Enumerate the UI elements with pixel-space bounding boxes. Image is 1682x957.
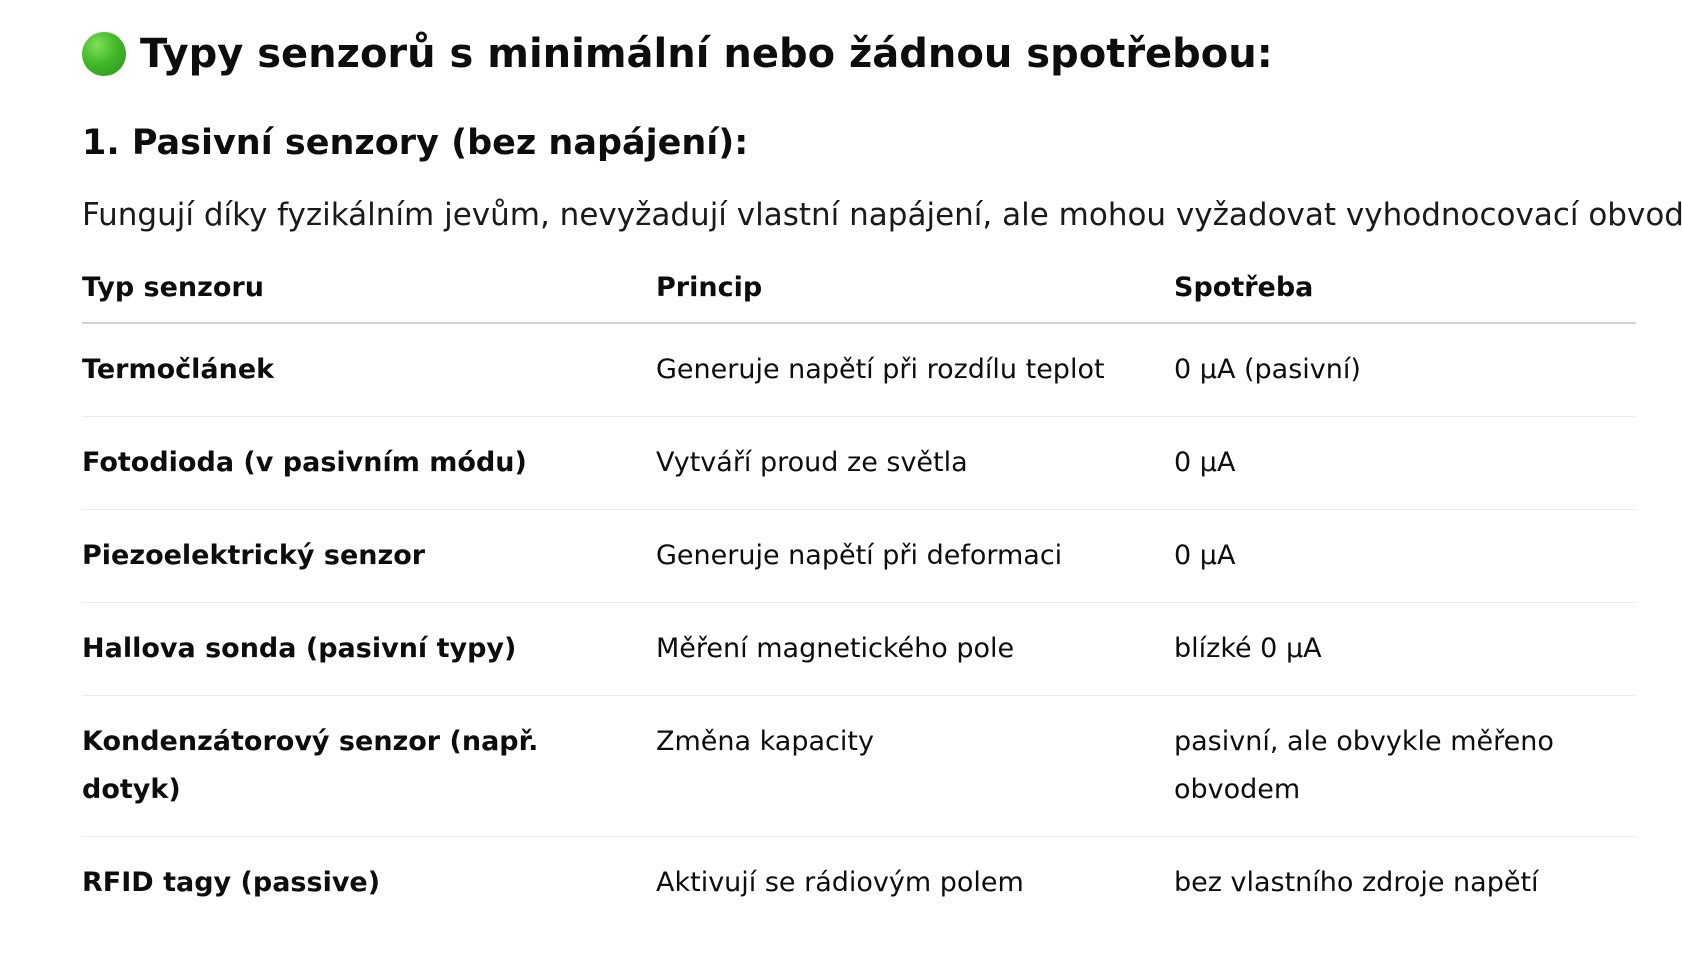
cell-consumption: blízké 0 µA [1174, 602, 1636, 696]
cell-sensor-type: Piezoelektrický senzor [82, 509, 656, 603]
table-row: RFID tagy (passive) Aktivují se rádiovým… [82, 837, 1636, 930]
section-description: Fungují díky fyzikálním jevům, nevyžaduj… [82, 197, 1682, 233]
cell-principle: Vytváří proud ze světla [656, 416, 1174, 510]
cell-principle: Generuje napětí při deformaci [656, 509, 1174, 603]
green-circle-icon [82, 32, 126, 76]
page-heading-text: Typy senzorů s minimální nebo žádnou spo… [140, 31, 1273, 77]
cell-principle: Měření magnetického pole [656, 602, 1174, 696]
cell-consumption: bez vlastního zdroje napětí [1174, 867, 1539, 898]
page-heading: Typy senzorů s minimální nebo žádnou spo… [82, 24, 1273, 84]
cell-sensor-type: Hallova sonda (pasivní typy) [82, 602, 656, 696]
table-row: Kondenzátorový senzor (např. dotyk) Změn… [82, 695, 1636, 837]
table-row: Hallova sonda (pasivní typy) Měření magn… [82, 602, 1636, 696]
cell-consumption: pasivní, ale obvykle měřeno obvodem [1174, 695, 1636, 837]
cell-sensor-type: Kondenzátorový senzor (např. dotyk) [82, 695, 656, 837]
cell-consumption: 0 µA [1174, 509, 1636, 603]
cell-sensor-type: Termočlánek [82, 323, 656, 417]
cell-sensor-type: RFID tagy (passive) [82, 867, 381, 898]
cell-principle: Generuje napětí při rozdílu teplot [656, 323, 1174, 417]
table-header-row: Typ senzoru Princip Spotřeba [82, 262, 1636, 324]
section-title: 1. Pasivní senzory (bez napájení): [82, 123, 749, 163]
cell-principle: Změna kapacity [656, 695, 1174, 837]
table-row: Termočlánek Generuje napětí při rozdílu … [82, 323, 1636, 417]
column-header-consumption: Spotřeba [1174, 262, 1636, 324]
cell-consumption: 0 µA (pasivní) [1174, 323, 1636, 417]
sensor-table: Typ senzoru Princip Spotřeba Termočlánek… [82, 262, 1636, 929]
cell-principle: Aktivují se rádiovým polem [656, 867, 1024, 898]
table-row: Fotodioda (v pasivním módu) Vytváří prou… [82, 416, 1636, 510]
column-header-type: Typ senzoru [82, 262, 656, 324]
table-row: Piezoelektrický senzor Generuje napětí p… [82, 509, 1636, 603]
cell-sensor-type: Fotodioda (v pasivním módu) [82, 416, 656, 510]
cell-consumption: 0 µA [1174, 416, 1636, 510]
column-header-principle: Princip [656, 262, 1174, 324]
